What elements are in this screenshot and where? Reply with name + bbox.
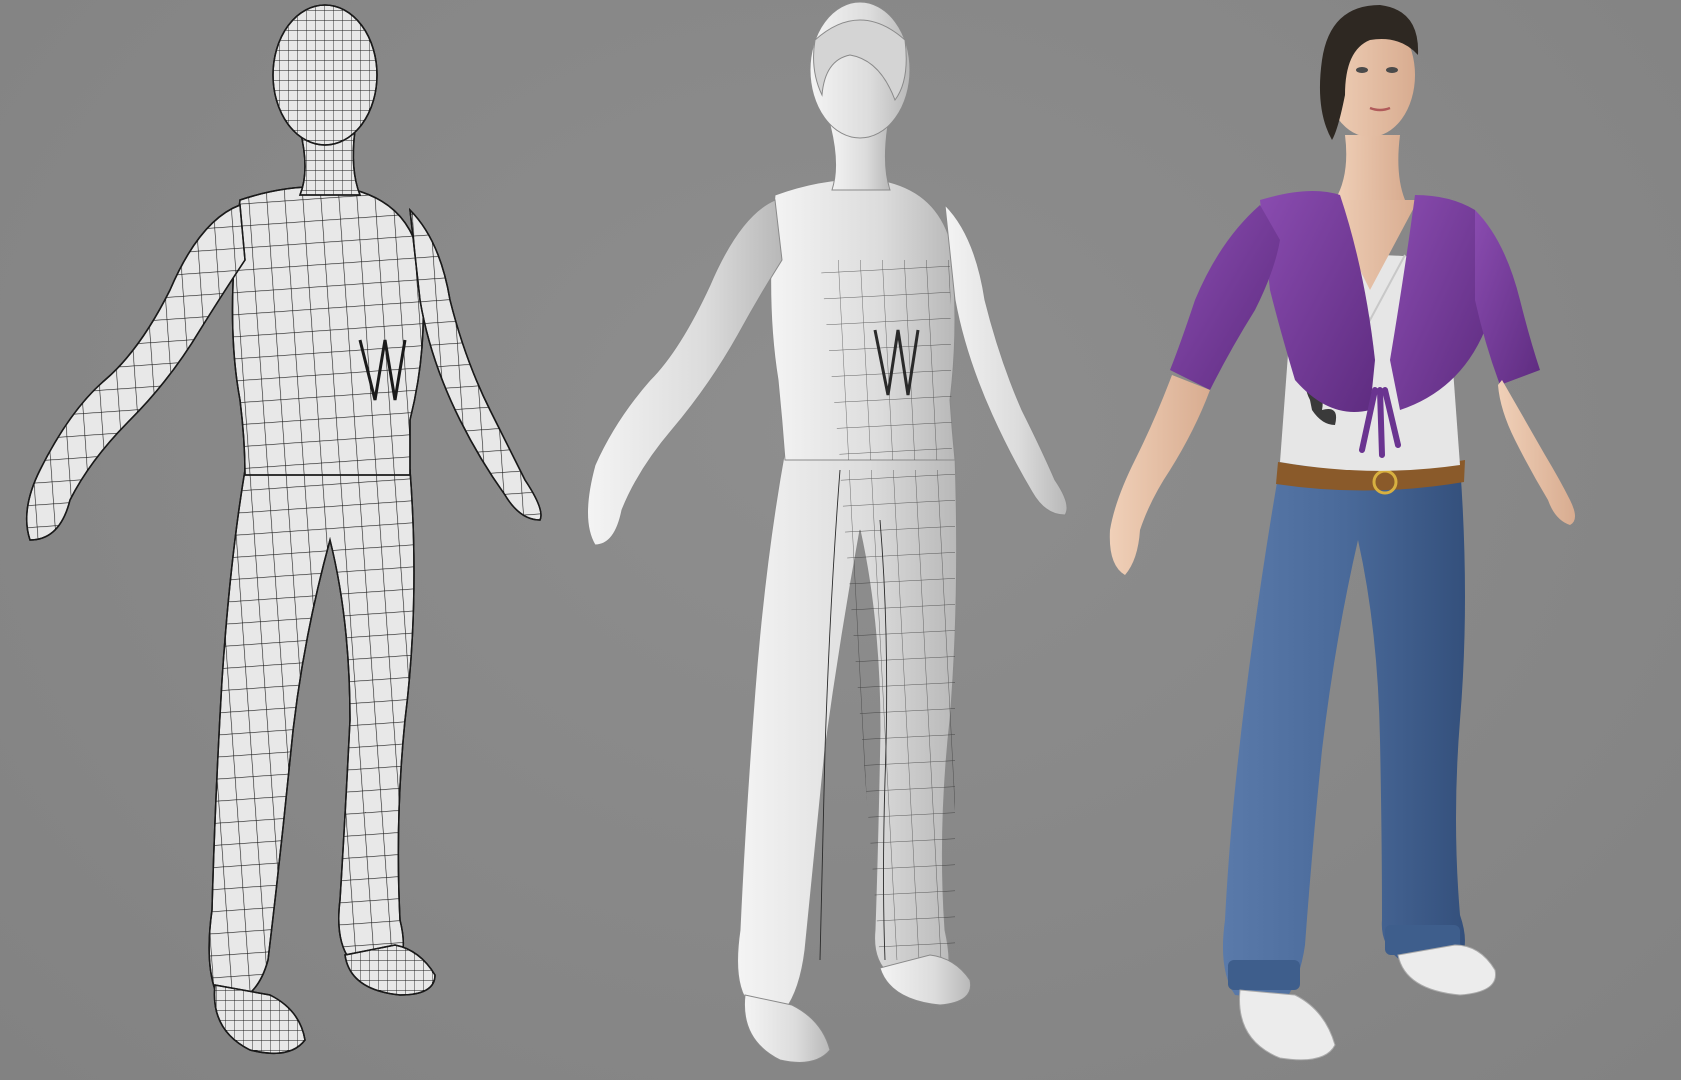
- textured-body: [1109, 5, 1575, 1061]
- textured-character-image: [1109, 5, 1575, 1061]
- render-viewport: [0, 0, 1681, 1080]
- sculpted-character-image: [587, 1, 1068, 1063]
- wireframe-character-model: [0, 0, 570, 1080]
- wireframe-character-image: [25, 4, 542, 1055]
- sculpted-character-model: [560, 0, 1130, 1080]
- wireframe-body: [25, 4, 542, 1055]
- textured-character-model: [1100, 0, 1681, 1080]
- sculpted-body: [587, 1, 1068, 1063]
